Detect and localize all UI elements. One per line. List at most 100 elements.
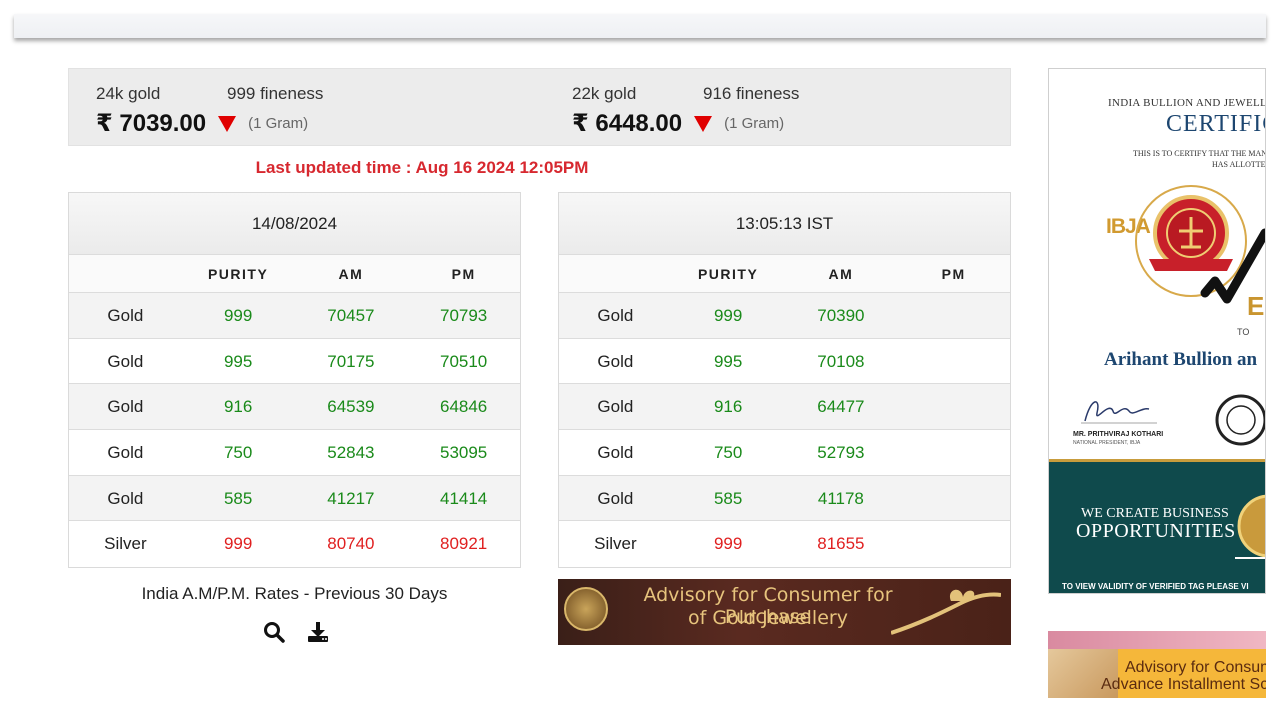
purity-cell: 750 <box>223 443 253 463</box>
metal-cell: Silver <box>104 534 147 554</box>
table-date: 14/08/2024 <box>69 193 520 255</box>
cert-line-1: THIS IS TO CERTIFY THAT THE MAN. <box>1133 149 1266 158</box>
table-row: Gold 916 64539 64846 <box>69 384 520 431</box>
metal-cell: Gold <box>107 488 144 508</box>
pm-cell <box>897 521 1010 567</box>
purity-cell: 585 <box>713 488 743 508</box>
metal-cell: Gold <box>107 443 144 463</box>
header-pm: PM <box>451 266 476 282</box>
table-row: Silver 999 81655 <box>559 521 1010 568</box>
am-cell: 81655 <box>817 534 865 554</box>
purity-cell: 995 <box>223 351 253 371</box>
table-row: Silver 999 80740 80921 <box>69 521 520 568</box>
karat-label: 22k gold <box>572 84 637 103</box>
table-header: PURITY AM PM <box>69 255 520 293</box>
unit-label: (1 Gram) <box>724 115 785 132</box>
metal-cell: Gold <box>107 351 144 371</box>
ribbon-icon <box>891 589 1001 635</box>
table-row: Gold 750 52793 <box>559 430 1010 476</box>
header-am: AM <box>828 266 854 282</box>
fineness-label: 916 fineness <box>703 84 800 103</box>
am-cell: 70390 <box>817 306 865 325</box>
am-cell: 64539 <box>327 397 375 417</box>
pm-cell <box>897 384 1010 429</box>
table-row: Gold 999 70457 70793 <box>69 293 520 339</box>
header-metal <box>559 255 672 292</box>
advisory-line-2: of Gold Jewellery <box>688 607 848 629</box>
down-arrow-icon <box>694 115 713 132</box>
metal-cell: Gold <box>107 397 144 417</box>
table-row: Gold 585 41178 <box>559 475 1010 522</box>
rate-header: 24k gold 999 fineness ₹ 7039.00 (1 Gram)… <box>68 68 1011 146</box>
pm-cell: 70793 <box>439 306 488 325</box>
pm-cell <box>897 339 1010 384</box>
pm-cell: 41414 <box>439 488 488 508</box>
purity-cell: 999 <box>223 534 253 554</box>
metal-cell: Gold <box>597 397 634 417</box>
ad2-line-2: Advance Installment Sch <box>1101 676 1266 693</box>
seal-icon <box>564 587 608 631</box>
table-row: Gold 995 70175 70510 <box>69 338 520 385</box>
ad2-line-1: Advisory for Consum <box>1125 659 1266 676</box>
am-cell: 41217 <box>327 488 375 508</box>
svg-text:E: E <box>1247 291 1264 321</box>
karat-label: 24k gold <box>96 84 161 103</box>
certificate-ad[interactable]: INDIA BULLION AND JEWELLEF CERTIFIC THIS… <box>1048 68 1266 594</box>
rates-table-previous: 14/08/2024 PURITY AM PM Gold 999 70457 7… <box>68 192 521 569</box>
rates-table-current: 13:05:13 IST PURITY AM PM Gold 999 70390… <box>558 192 1011 569</box>
top-bar <box>14 14 1266 38</box>
am-cell: 70175 <box>327 351 375 371</box>
am-cell: 70108 <box>817 351 865 371</box>
last-updated-time: Last updated time : Aug 16 2024 12:05PM <box>255 158 589 177</box>
previous-rates-actions <box>262 620 330 644</box>
price-value: ₹ 7039.00 <box>96 110 207 137</box>
header-purity: PURITY <box>207 266 269 282</box>
advisory-banner[interactable]: Advisory for Consumer for Purchase of Go… <box>558 579 1011 645</box>
metal-cell: Gold <box>597 306 634 325</box>
fineness-label: 999 fineness <box>227 84 324 103</box>
purity-cell: 995 <box>713 351 743 371</box>
cert-line-2: HAS ALLOTTEI <box>1212 160 1266 169</box>
pm-cell: 70510 <box>439 351 488 371</box>
pm-cell: 64846 <box>439 397 488 417</box>
stamp-icon <box>1215 394 1265 446</box>
metal-cell: Gold <box>107 306 144 325</box>
am-cell: 80740 <box>327 534 375 554</box>
table-row: Gold 995 70108 <box>559 338 1010 385</box>
am-cell: 41178 <box>817 488 864 508</box>
header-pm: PM <box>941 266 966 282</box>
unit-label: (1 Gram) <box>248 115 309 132</box>
am-cell: 52843 <box>327 443 375 463</box>
cert-org: INDIA BULLION AND JEWELLEF <box>1108 97 1266 109</box>
signature-icon <box>1081 401 1157 424</box>
am-cell: 52793 <box>817 443 865 463</box>
pm-cell <box>897 476 1010 521</box>
metal-cell: Silver <box>594 534 637 554</box>
pm-cell: 80921 <box>439 534 488 554</box>
metal-cell: Gold <box>597 351 634 371</box>
header-metal <box>69 255 182 292</box>
purity-cell: 999 <box>223 306 253 325</box>
header-am: AM <box>338 266 364 282</box>
cert-signer: MR. PRITHVIRAJ KOTHARI <box>1073 431 1164 438</box>
gold-seal-icon <box>1235 494 1265 559</box>
table-row: Gold 585 41217 41414 <box>69 475 520 522</box>
ibja-seal-icon: E <box>1135 185 1265 321</box>
table-row: Gold 750 52843 53095 <box>69 430 520 476</box>
download-icon[interactable] <box>306 620 330 644</box>
table-time: 13:05:13 IST <box>559 193 1010 255</box>
ad-top-strip <box>1048 631 1266 649</box>
table-row: Gold 999 70390 <box>559 293 1010 339</box>
validity-note: TO VIEW VALIDITY OF VERIFIED TAG PLEASE … <box>1062 582 1249 591</box>
cert-footer: WE CREATE BUSINESS OPPORTUNITIES TO VIEW… <box>1049 459 1265 593</box>
search-icon[interactable] <box>262 620 286 644</box>
header-purity: PURITY <box>697 266 759 282</box>
table-row: Gold 916 64477 <box>559 384 1010 431</box>
cert-title: CERTIFIC <box>1166 111 1265 137</box>
down-arrow-icon <box>218 115 237 132</box>
advisory-ad-installment[interactable]: Advisory for Consum Advance Installment … <box>1048 631 1266 698</box>
purity-cell: 999 <box>713 306 743 325</box>
price-value: ₹ 6448.00 <box>572 110 683 137</box>
metal-cell: Gold <box>597 443 634 463</box>
am-cell: 70457 <box>327 306 375 325</box>
